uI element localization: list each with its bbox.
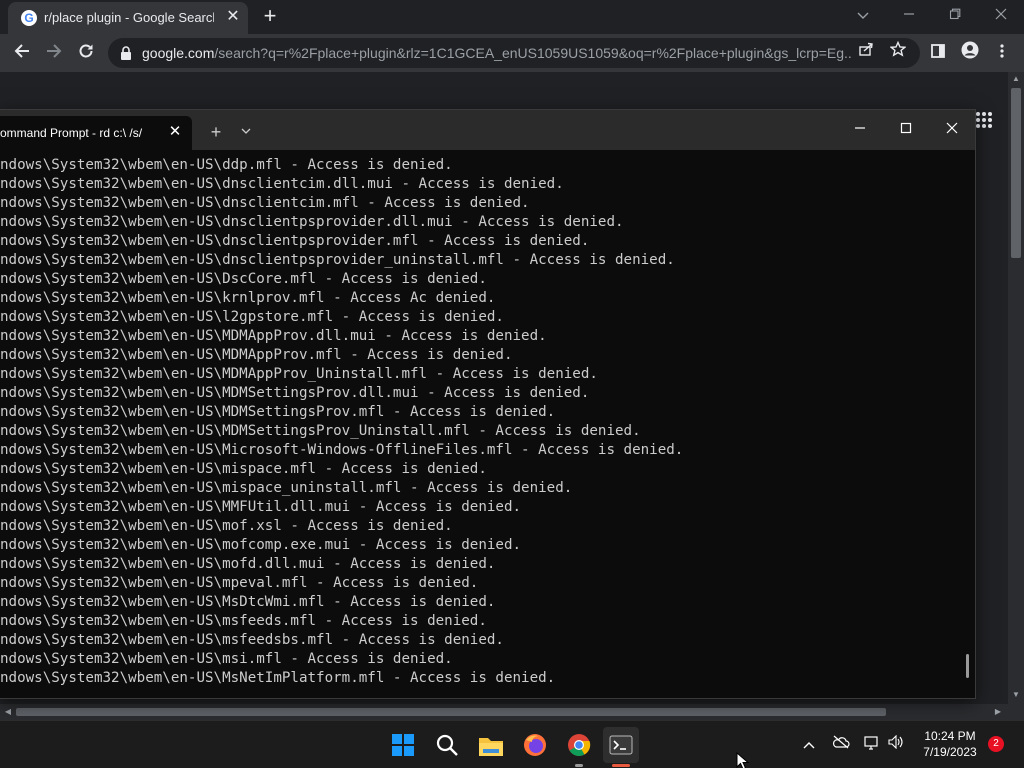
terminal-output-line: ndows\System32\wbem\en-US\dnsclientpspro…	[0, 252, 675, 268]
close-tab-icon[interactable]: ✕	[224, 8, 242, 26]
scroll-right-icon[interactable]: ▶	[990, 707, 1006, 716]
terminal-output-line: ndows\System32\wbem\en-US\mpeval.mfl - A…	[0, 575, 479, 591]
terminal-window[interactable]: ommand Prompt - rd c:\ /s/ ✕ + ndows\Sys…	[0, 110, 975, 698]
terminal-output-line: ndows\System32\wbem\en-US\MDMAppProv.dll…	[0, 328, 547, 344]
terminal-output-line: ndows\System32\wbem\en-US\MDMSettingsPro…	[0, 404, 556, 420]
terminal-output-line: ndows\System32\wbem\en-US\MDMAppProv_Uni…	[0, 366, 598, 382]
terminal-output-line: ndows\System32\wbem\en-US\mispace.mfl - …	[0, 461, 487, 477]
lock-icon[interactable]	[120, 46, 132, 60]
reload-icon[interactable]	[74, 41, 98, 65]
taskbar-clock-time[interactable]: 10:24 PM	[920, 729, 980, 743]
terminal-output-line: ndows\System32\wbem\en-US\krnlprov.mfl -…	[0, 290, 496, 306]
terminal-output-line: ndows\System32\wbem\en-US\MDMAppProv.mfl…	[0, 347, 513, 363]
browser-tab-strip: G r/place plugin - Google Search ✕ +	[0, 0, 1024, 34]
apps-grid-icon[interactable]	[976, 112, 992, 128]
terminal-output-line: ndows\System32\wbem\en-US\mispace_uninst…	[0, 480, 573, 496]
terminal-dropdown-icon[interactable]	[236, 122, 256, 142]
terminal-output-line: ndows\System32\wbem\en-US\l2gpstore.mfl …	[0, 309, 504, 325]
taskbar-search-button[interactable]	[429, 727, 465, 763]
terminal-tab[interactable]: ommand Prompt - rd c:\ /s/ ✕	[0, 116, 192, 150]
minimize-icon[interactable]	[895, 4, 923, 26]
restore-icon[interactable]	[941, 4, 969, 26]
terminal-maximize-icon[interactable]	[891, 118, 921, 142]
terminal-new-tab-icon[interactable]: +	[206, 122, 226, 142]
start-button[interactable]	[385, 727, 421, 763]
browser-toolbar: google.com/search?q=r%2Fplace+plugin&rlz…	[0, 34, 1024, 72]
share-icon[interactable]	[854, 41, 878, 65]
taskbar	[0, 720, 1024, 768]
new-tab-button[interactable]: +	[258, 4, 282, 28]
chrome-running-indicator	[575, 764, 583, 767]
terminal-taskbar-button[interactable]	[603, 727, 639, 763]
close-window-icon[interactable]	[987, 4, 1015, 26]
taskbar-clock-date[interactable]: 7/19/2023	[918, 745, 982, 759]
chrome-button[interactable]	[561, 727, 597, 763]
side-panel-icon[interactable]	[926, 41, 950, 65]
onedrive-offline-icon[interactable]	[831, 735, 851, 755]
chrome-icon	[568, 734, 591, 756]
tab-search-icon[interactable]	[849, 4, 877, 26]
volume-icon[interactable]	[886, 734, 906, 755]
menu-icon[interactable]	[990, 41, 1014, 65]
mouse-cursor-icon	[736, 752, 750, 768]
terminal-output-line: ndows\System32\wbem\en-US\dnsclientpspro…	[0, 233, 590, 249]
profile-icon[interactable]	[958, 41, 982, 65]
browser-tab-title: r/place plugin - Google Search	[44, 10, 214, 25]
terminal-output-line: ndows\System32\wbem\en-US\MMFUtil.dll.mu…	[0, 499, 522, 515]
terminal-output-line: ndows\System32\wbem\en-US\MDMSettingsPro…	[0, 423, 641, 439]
terminal-output-line: ndows\System32\wbem\en-US\DscCore.mfl - …	[0, 271, 487, 287]
terminal-active-indicator	[612, 764, 630, 767]
start-icon	[392, 734, 414, 756]
terminal-output-line: ndows\System32\wbem\en-US\mofd.dll.mui -…	[0, 556, 496, 572]
bookmark-star-icon[interactable]	[886, 40, 910, 65]
terminal-output-line: ndows\System32\wbem\en-US\MDMSettingsPro…	[0, 385, 590, 401]
address-bar[interactable]: google.com/search?q=r%2Fplace+plugin&rlz…	[108, 38, 920, 68]
terminal-tab-title: ommand Prompt - rd c:\ /s/	[0, 126, 143, 140]
browser-tab[interactable]: G r/place plugin - Google Search ✕	[8, 2, 248, 34]
terminal-output-line: ndows\System32\wbem\en-US\MsNetImPlatfor…	[0, 670, 556, 686]
page-hscroll-thumb[interactable]	[16, 708, 886, 716]
terminal-scroll-thumb[interactable]	[966, 654, 969, 678]
terminal-output-line: ndows\System32\wbem\en-US\ddp.mfl - Acce…	[0, 157, 453, 173]
google-favicon-icon: G	[21, 10, 37, 26]
terminal-output[interactable]: ndows\System32\wbem\en-US\ddp.mfl - Acce…	[0, 156, 960, 696]
terminal-output-line: ndows\System32\wbem\en-US\msfeedsbs.mfl …	[0, 632, 504, 648]
terminal-close-icon[interactable]	[937, 118, 967, 142]
back-icon[interactable]	[10, 41, 34, 65]
url-text[interactable]: google.com/search?q=r%2Fplace+plugin&rlz…	[142, 45, 852, 61]
terminal-output-line: ndows\System32\wbem\en-US\dnsclientcim.m…	[0, 195, 530, 211]
terminal-output-line: ndows\System32\wbem\en-US\msfeeds.mfl - …	[0, 613, 487, 629]
terminal-output-line: ndows\System32\wbem\en-US\dnsclientcim.d…	[0, 176, 564, 192]
forward-icon[interactable]	[42, 41, 66, 65]
terminal-output-line: ndows\System32\wbem\en-US\mof.xsl - Acce…	[0, 518, 453, 534]
terminal-output-line: ndows\System32\wbem\en-US\msi.mfl - Acce…	[0, 651, 453, 667]
show-hidden-icons-icon[interactable]	[799, 735, 819, 755]
terminal-output-line: ndows\System32\wbem\en-US\Microsoft-Wind…	[0, 442, 684, 458]
terminal-output-line: ndows\System32\wbem\en-US\mofcomp.exe.mu…	[0, 537, 522, 553]
scroll-down-icon[interactable]: ▼	[1008, 690, 1024, 699]
terminal-output-line: ndows\System32\wbem\en-US\MsDtcWmi.mfl -…	[0, 594, 496, 610]
file-explorer-icon	[479, 738, 503, 756]
firefox-icon	[524, 734, 546, 756]
terminal-titlebar[interactable]: ommand Prompt - rd c:\ /s/ ✕ +	[0, 110, 975, 150]
terminal-output-line: ndows\System32\wbem\en-US\dnsclientpspro…	[0, 214, 624, 230]
search-icon	[436, 734, 458, 756]
scroll-left-icon[interactable]: ◀	[0, 707, 16, 716]
terminal-icon	[609, 735, 633, 755]
firefox-button[interactable]	[517, 727, 553, 763]
network-icon[interactable]	[862, 735, 882, 755]
file-explorer-button[interactable]	[473, 727, 509, 763]
terminal-close-tab-icon[interactable]: ✕	[166, 123, 184, 141]
page-scroll-thumb[interactable]	[1011, 88, 1021, 258]
terminal-minimize-icon[interactable]	[845, 118, 875, 142]
notification-badge[interactable]: 2	[988, 736, 1004, 752]
scroll-up-icon[interactable]: ▲	[1008, 74, 1024, 83]
